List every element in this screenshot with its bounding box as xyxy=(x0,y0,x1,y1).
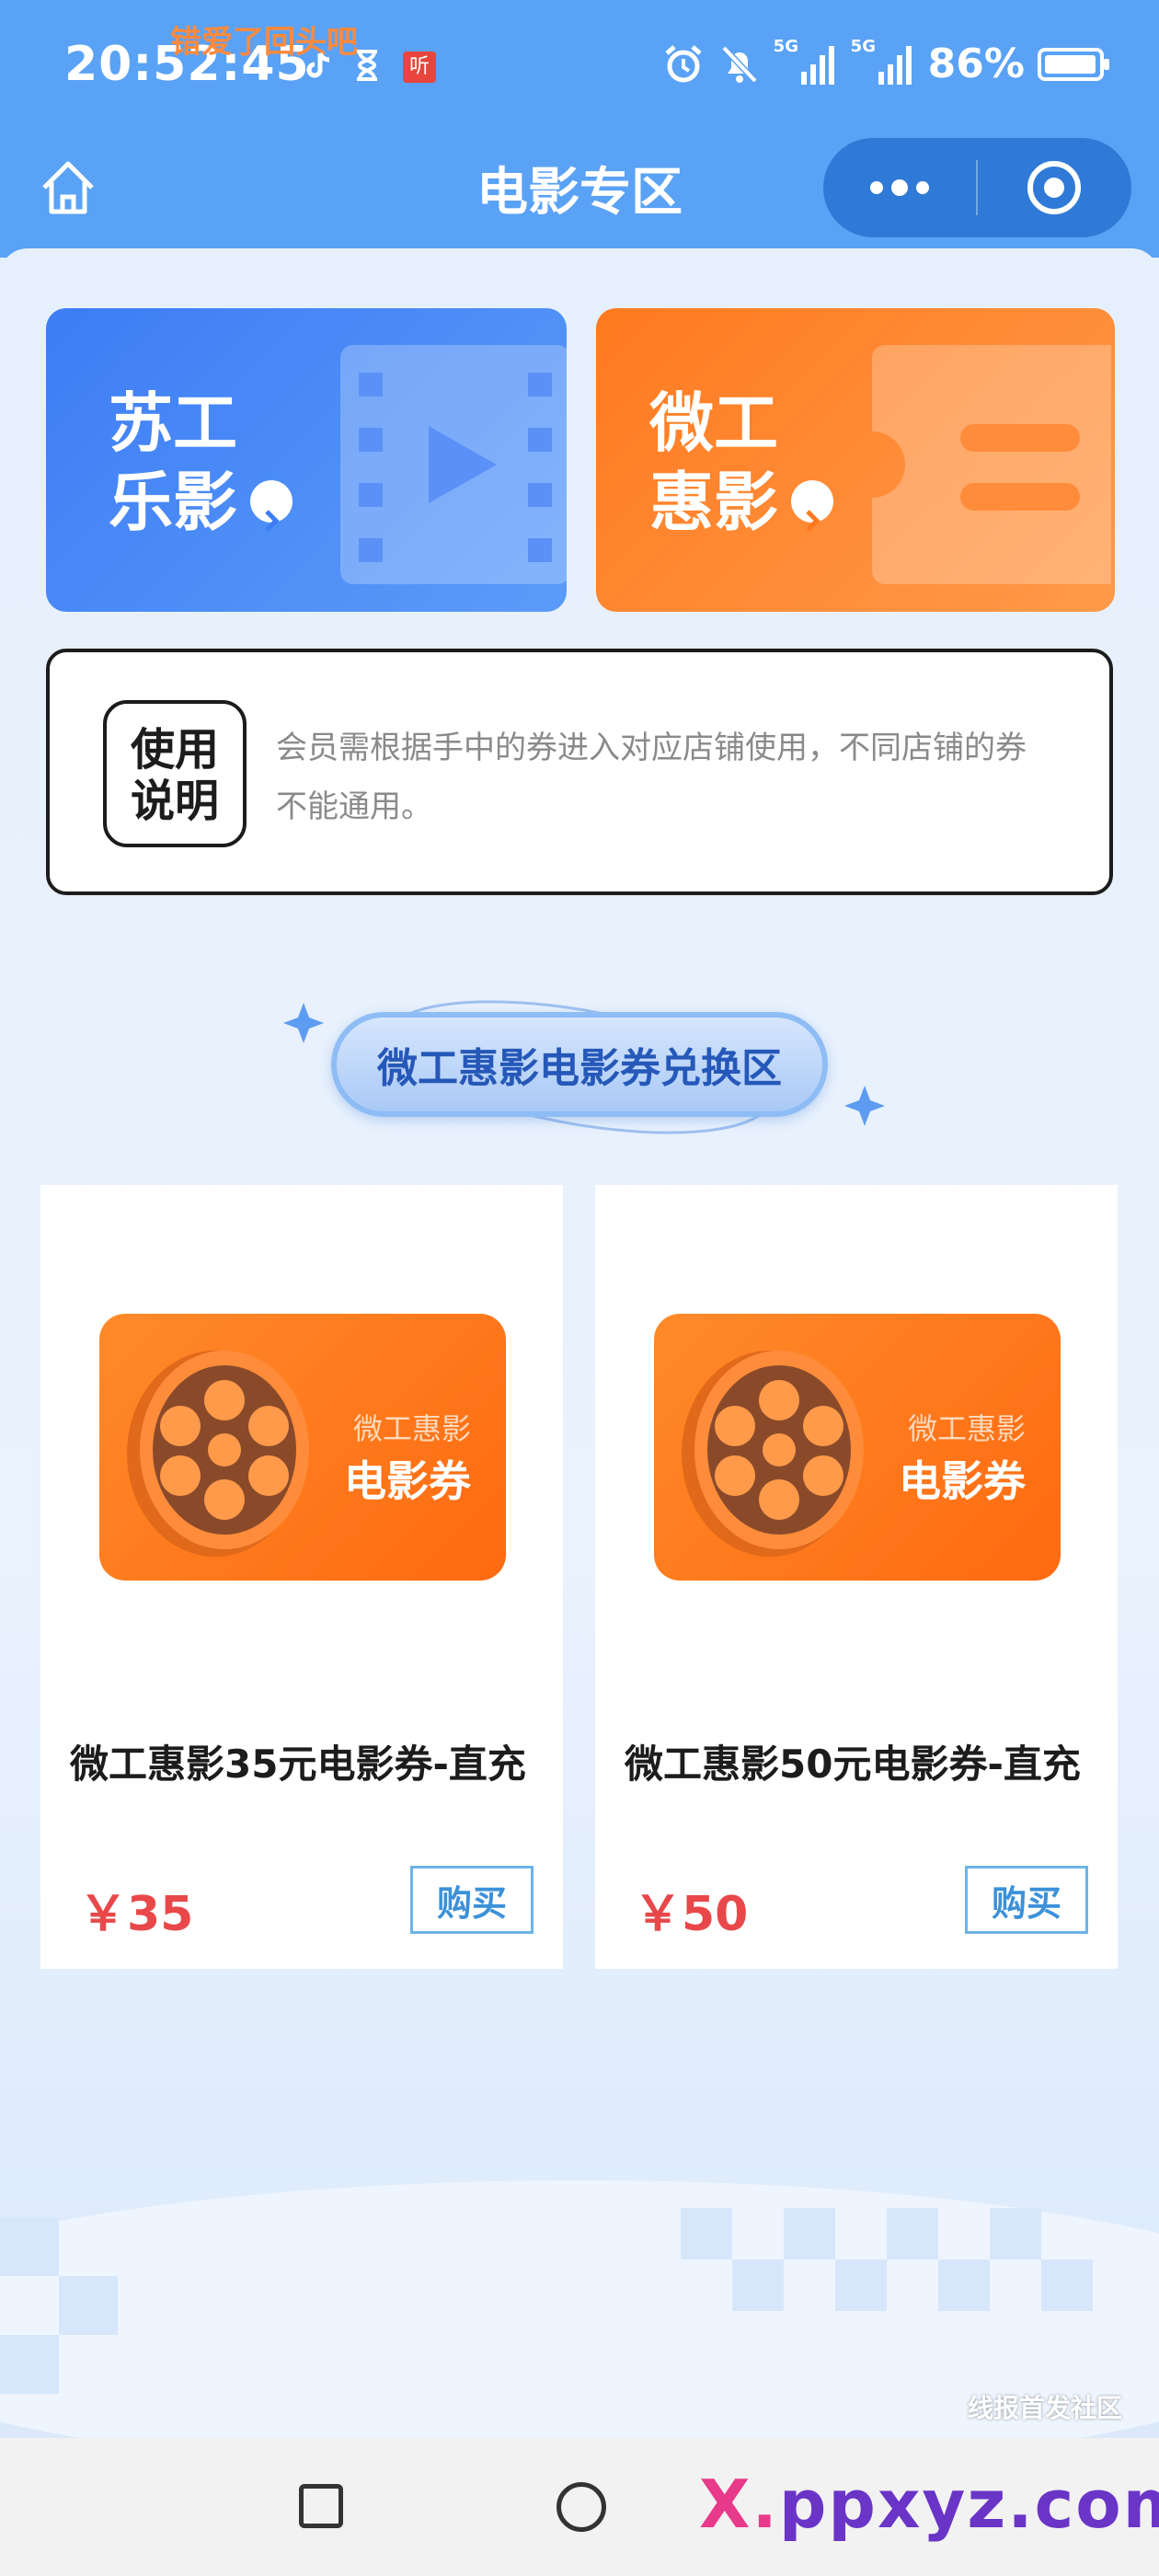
product-image: 微工惠影 电影券 xyxy=(654,1314,1061,1581)
recent-apps-icon[interactable] xyxy=(299,2484,343,2528)
status-right-group: 5G 5G 86% xyxy=(661,37,1109,87)
banner-text: 微工 惠影 xyxy=(649,384,833,542)
buy-button[interactable]: 购买 xyxy=(965,1866,1088,1934)
banner-weigong-huiying[interactable]: 微工 惠影 xyxy=(596,308,1115,612)
product-image-sub: 微工惠影 xyxy=(907,1411,1026,1446)
close-mini-program-button[interactable] xyxy=(978,138,1130,237)
banner-line2: 惠影 xyxy=(649,465,778,540)
watermark-site: X.ppxyz.com xyxy=(699,2466,1159,2543)
section-title: 微工惠影电影券兑换区 xyxy=(331,1012,828,1117)
chevron-right-icon xyxy=(250,479,293,532)
mini-program-capsule xyxy=(823,138,1131,237)
more-dots-icon xyxy=(870,179,929,196)
banner-line1: 苏工 xyxy=(109,385,237,461)
product-image: 微工惠影 电影券 xyxy=(99,1314,506,1581)
product-image-main: 电影券 xyxy=(344,1456,471,1506)
banner-line1: 微工 xyxy=(649,385,778,461)
listen-badge: 听 xyxy=(403,52,436,83)
buy-button[interactable]: 购买 xyxy=(410,1866,534,1934)
usage-instructions: 使用 说明 会员需根据手中的券进入对应店铺使用，不同店铺的券不能通用。 xyxy=(46,649,1113,895)
product-title: 微工惠影50元电影券-直充 xyxy=(625,1742,1081,1787)
usage-text: 会员需根据手中的券进入对应店铺使用，不同店铺的券不能通用。 xyxy=(276,730,1027,825)
target-close-icon xyxy=(1027,161,1081,214)
hourglass-icon xyxy=(357,50,377,81)
home-circle-icon[interactable] xyxy=(557,2482,606,2532)
chevron-right-icon xyxy=(791,479,833,532)
more-button[interactable] xyxy=(823,138,976,237)
tiktok-icon xyxy=(306,52,330,78)
banner-line2: 乐影 xyxy=(109,465,237,540)
film-reel-icon xyxy=(127,1351,309,1557)
product-title: 微工惠影35元电影券-直充 xyxy=(70,1742,526,1787)
film-strip-icon xyxy=(340,345,567,584)
banner-sugong-leying[interactable]: 苏工 乐影 xyxy=(46,308,567,612)
watermark-forum: 线报首发社区 xyxy=(967,2393,1122,2423)
signal-icon-2: 5G xyxy=(851,37,915,86)
status-bar: 20:52:45 错爱了回头吧 听 5G 5G 86% xyxy=(0,24,1159,110)
battery-icon xyxy=(1038,47,1109,81)
section-header: 微工惠影电影券兑换区 xyxy=(0,975,1159,1159)
content-top-curve xyxy=(0,248,1159,304)
product-image-main: 电影券 xyxy=(899,1456,1026,1506)
product-price: ￥50 xyxy=(634,1887,749,1942)
usage-tag: 使用 说明 xyxy=(103,700,247,847)
battery-percent: 86% xyxy=(927,40,1025,87)
bottom-decoration xyxy=(0,2180,1159,2438)
film-reel-icon xyxy=(682,1351,864,1557)
ticket-icon xyxy=(872,345,1111,584)
banner-text: 苏工 乐影 xyxy=(109,384,293,542)
product-card[interactable]: 微工惠影 电影券 微工惠影50元电影券-直充 ￥50 购买 xyxy=(595,1185,1118,1969)
mute-bell-icon xyxy=(721,45,758,83)
product-card[interactable]: 微工惠影 电影券 微工惠影35元电影券-直充 ￥35 购买 xyxy=(40,1185,563,1969)
product-image-sub: 微工惠影 xyxy=(352,1411,471,1446)
nav-bar: 电影专区 xyxy=(0,138,1159,239)
signal-icon-1: 5G xyxy=(774,37,838,86)
product-price: ￥35 xyxy=(79,1887,194,1942)
alarm-icon xyxy=(665,44,702,82)
